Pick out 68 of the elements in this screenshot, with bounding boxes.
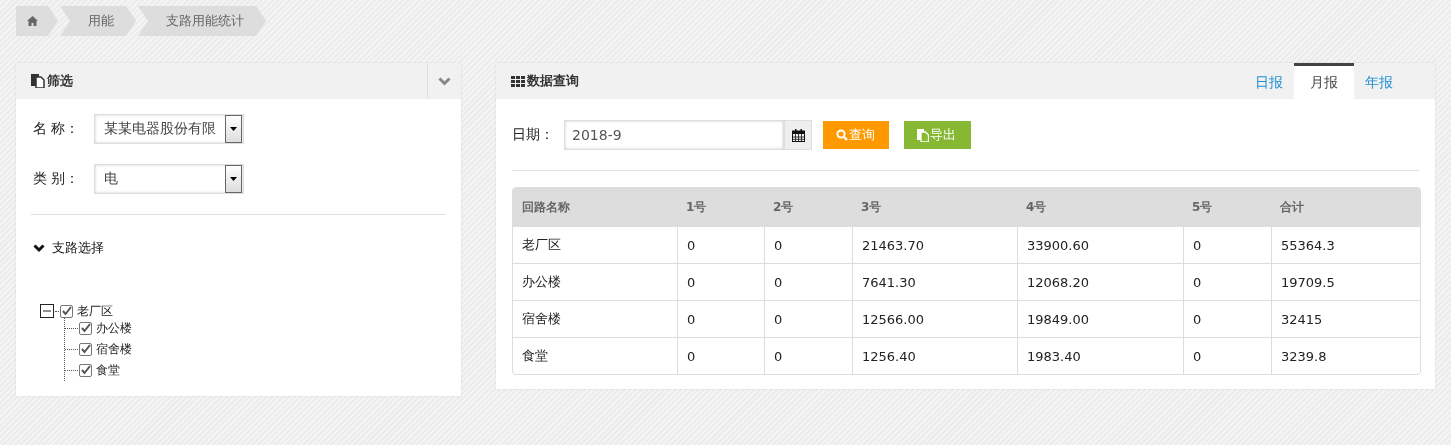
table-cell: 0 [677,300,764,337]
breadcrumb-link[interactable]: 支路用能统计 [138,6,266,36]
panel-title: 筛选 [47,72,73,90]
table-cell: 1256.40 [852,337,1017,374]
dropdown-arrow-icon [230,127,237,131]
column-header: 3号 [852,188,1017,226]
table-cell: 32415 [1271,300,1420,337]
table-cell: 12566.00 [852,300,1017,337]
table-cell: 19709.5 [1271,263,1420,300]
tree-item[interactable]: 办公楼 [96,320,132,337]
field-label: 名 称： [32,120,81,138]
field-label: 日期： [512,126,554,144]
table-cell: 7641.30 [852,263,1017,300]
table-cell: 宿舍楼 [513,300,677,337]
column-header: 合计 [1271,188,1420,226]
table-cell: 0 [1183,226,1271,263]
calendar-icon [791,128,805,142]
table-cell: 0 [677,226,764,263]
dropdown[interactable]: 电 [94,164,244,194]
panel-title: 数据查询 [527,72,579,90]
dropdown[interactable]: 某某电器股份有限 [94,114,244,144]
table-cell: 0 [677,263,764,300]
table-cell: 0 [1183,263,1271,300]
table-cell: 19849.00 [1017,300,1183,337]
document-icon [31,74,45,88]
checkbox[interactable] [79,322,92,335]
field-label: 类 别： [32,170,81,188]
table-cell: 办公楼 [513,263,677,300]
table-cell: 3239.8 [1271,337,1420,374]
column-header: 回路名称 [513,188,677,226]
tree-item[interactable]: 宿舍楼 [96,341,132,358]
checkbox[interactable] [79,343,92,356]
table-cell: 1983.40 [1017,337,1183,374]
table-cell: 0 [764,300,852,337]
date-field[interactable]: 2018-9 [564,120,784,150]
table-cell: 21463.70 [852,226,1017,263]
table-cell: 0 [1183,300,1271,337]
document-icon [917,128,929,142]
table-cell: 食堂 [513,337,677,374]
collapse-icon[interactable] [40,304,54,318]
grid-icon [511,75,525,87]
section-title: 支路选择 [52,239,104,257]
chevron-down-icon [438,76,451,86]
tree-item[interactable]: 老厂区 [77,302,113,320]
column-header: 4号 [1017,188,1183,226]
breadcrumb-link[interactable]: 用能 [60,6,136,36]
table-cell: 老厂区 [513,226,677,263]
tree-item[interactable]: 食堂 [96,362,120,379]
checkbox[interactable] [60,304,73,318]
column-header: 2号 [764,188,852,226]
table-cell: 0 [1183,337,1271,374]
checkbox[interactable] [79,364,92,377]
home-icon [27,16,38,26]
chevron-icon[interactable] [33,243,45,253]
dropdown-arrow-icon [230,177,237,181]
column-header: 1号 [677,188,764,226]
table-cell: 0 [764,263,852,300]
calendar-button[interactable] [784,120,812,150]
table-cell: 0 [677,337,764,374]
table-cell: 33900.60 [1017,226,1183,263]
home-link[interactable] [16,6,58,36]
table-cell: 12068.20 [1017,263,1183,300]
table-cell: 55364.3 [1271,226,1420,263]
column-header: 5号 [1183,188,1271,226]
table-cell: 0 [764,226,852,263]
table-cell: 0 [764,337,852,374]
search-icon [836,129,848,141]
tab[interactable]: 月报 [1294,63,1354,99]
